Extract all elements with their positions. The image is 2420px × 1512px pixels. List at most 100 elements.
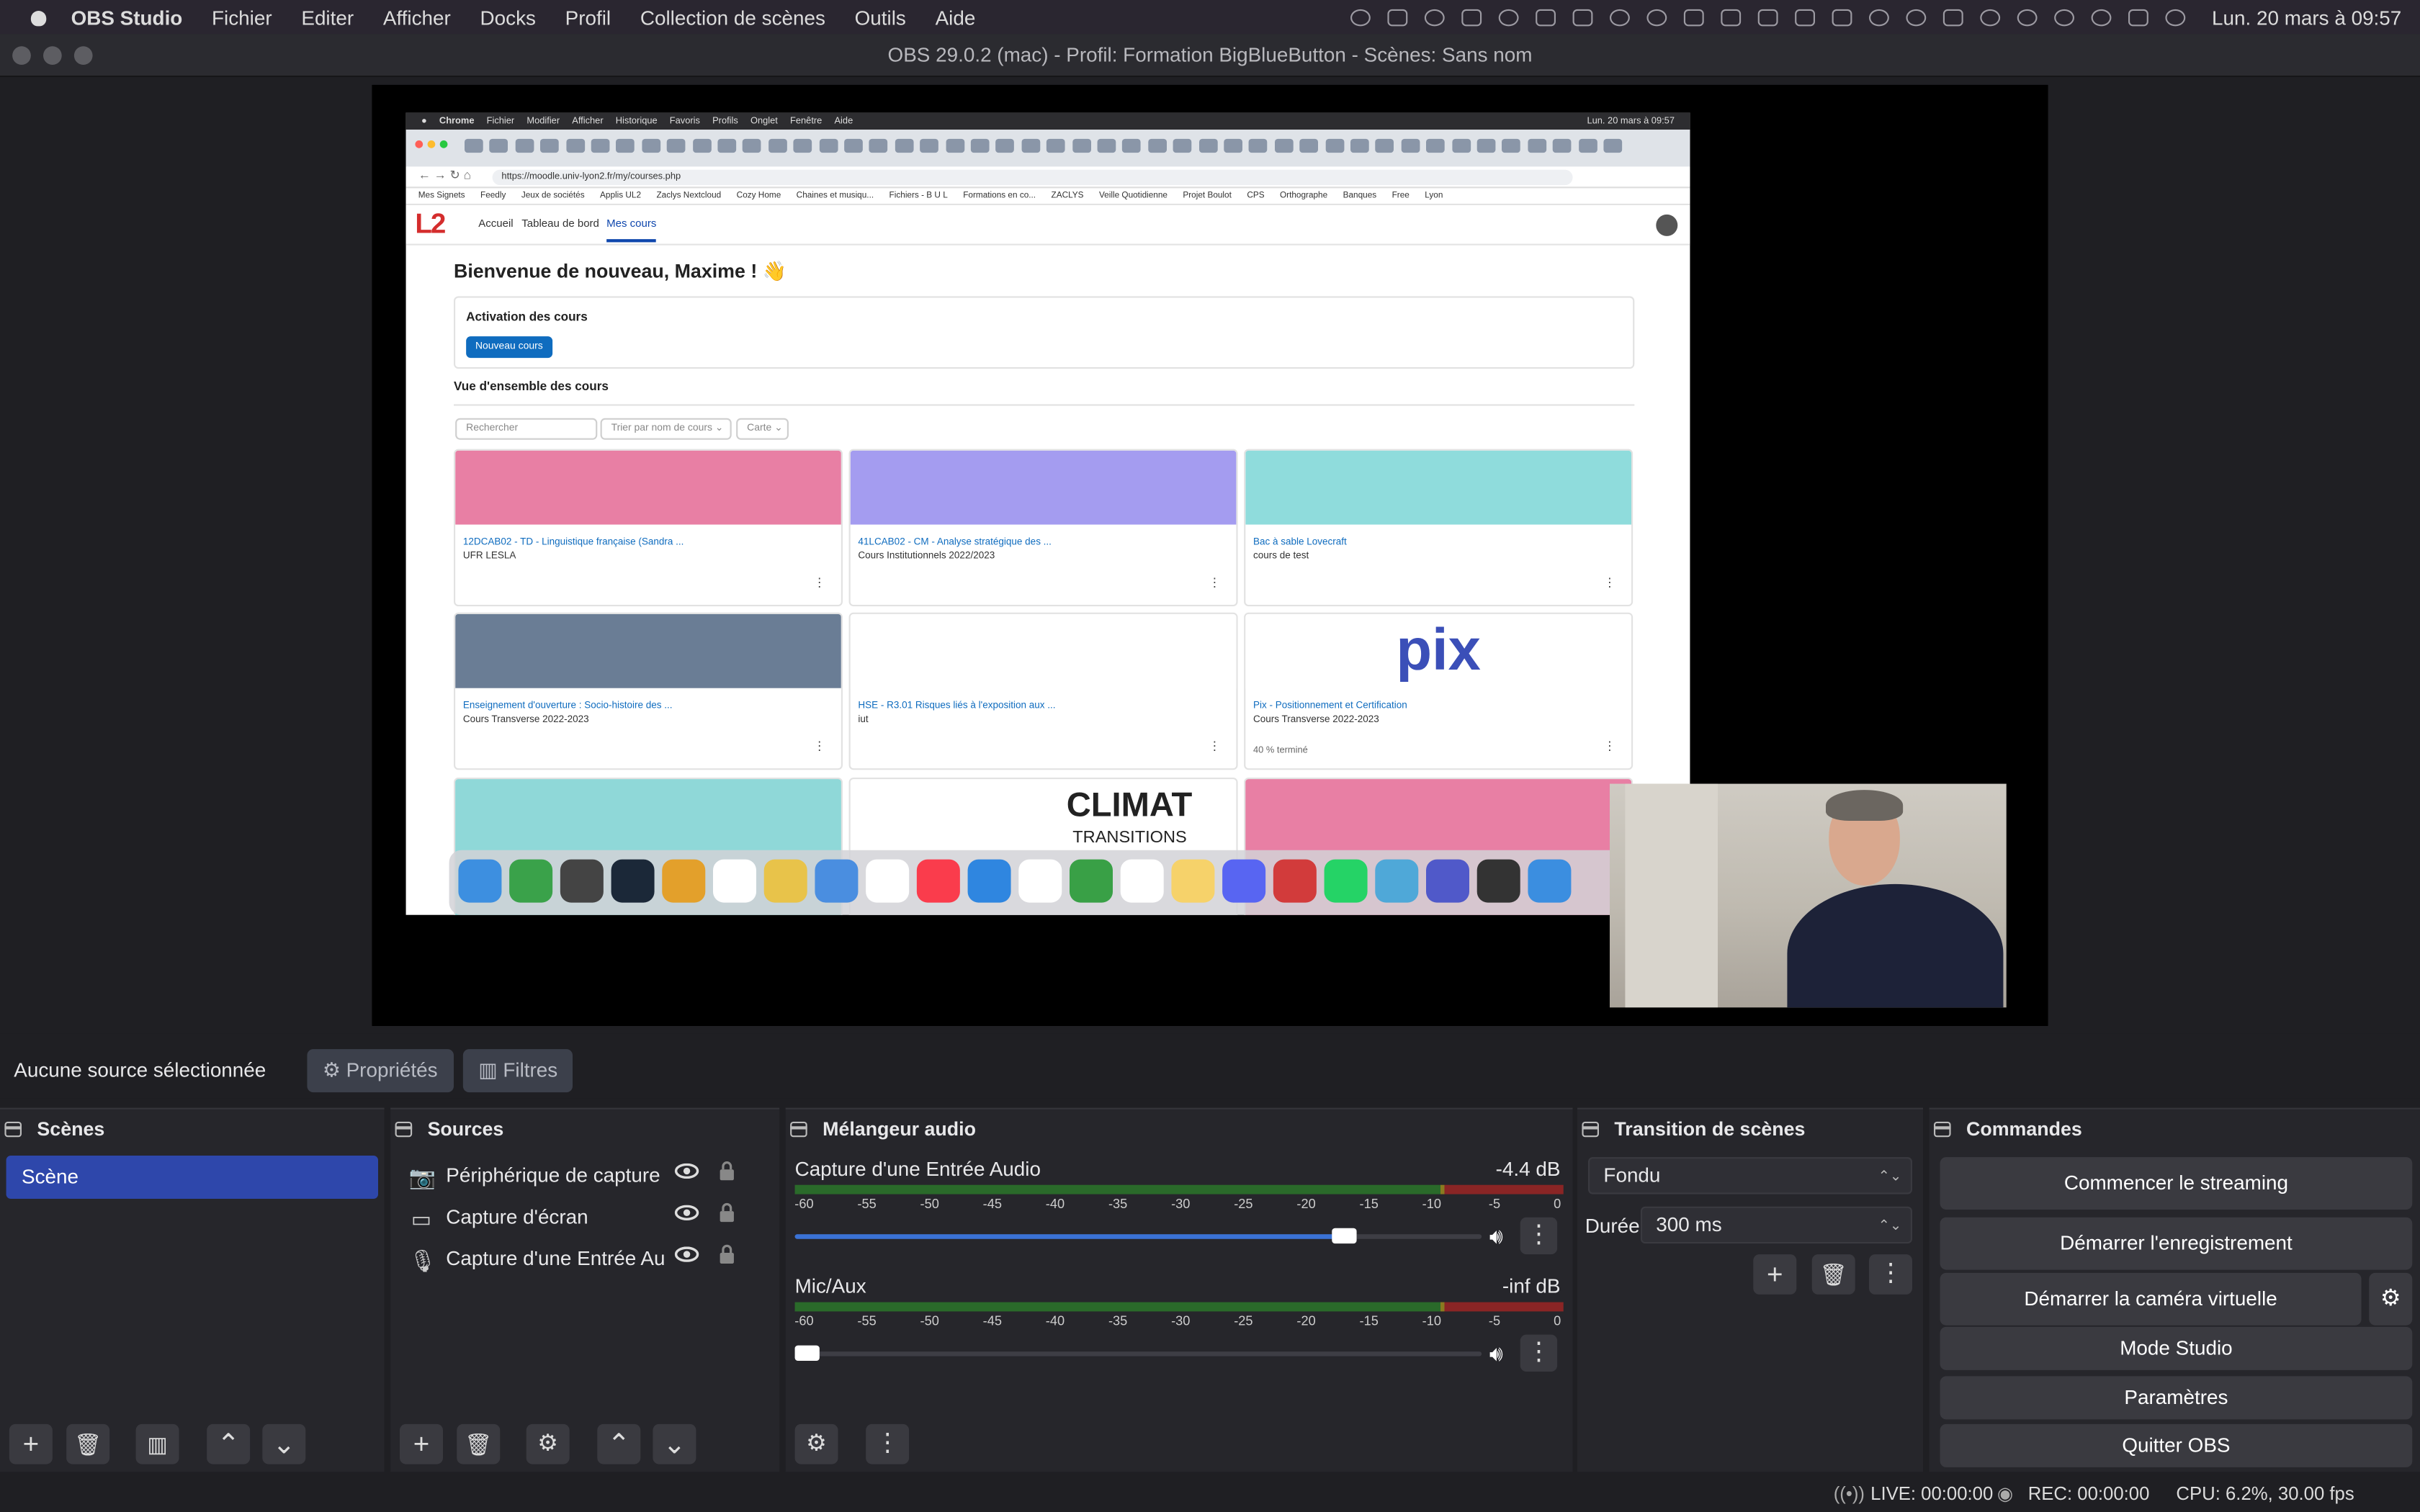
start-virtual-camera-button[interactable]: Démarrer la caméra virtuelle (1940, 1272, 2362, 1326)
captured-tab (945, 138, 964, 153)
source-row-audio[interactable]: 🎙 Capture d'une Entrée Audio (390, 1239, 776, 1279)
bluetooth-icon[interactable] (1906, 8, 1927, 26)
lock-icon[interactable] (717, 1160, 736, 1182)
start-streaming-button[interactable]: Commencer le streaming (1940, 1157, 2413, 1210)
tray-check-icon[interactable] (1646, 8, 1667, 26)
visibility-eye-icon[interactable] (674, 1246, 699, 1262)
battery-icon[interactable] (1943, 8, 1964, 26)
tray-app2-icon[interactable] (1536, 8, 1556, 26)
remove-transition-button[interactable]: 🗑 (1811, 1254, 1855, 1295)
scene-list-item[interactable]: Scène (6, 1156, 379, 1199)
menu-outils[interactable]: Outils (855, 6, 906, 29)
captured-tab (970, 138, 990, 153)
settings-button[interactable]: Paramètres (1940, 1376, 2413, 1420)
menu-editer[interactable]: Editer (301, 6, 354, 29)
remove-source-button[interactable]: 🗑 (457, 1423, 501, 1464)
transition-select[interactable]: Fondu ⌃⌄ (1588, 1157, 1912, 1194)
captured-bookmark: Fichiers - B U L (889, 191, 948, 201)
captured-tab (793, 138, 812, 153)
volume-slider[interactable] (794, 1228, 1482, 1244)
duration-spinbox[interactable]: 300 ms ⌃⌄ (1640, 1206, 1912, 1244)
course-banner (1245, 450, 1631, 525)
virtual-camera-settings-button[interactable]: ⚙ (2369, 1272, 2413, 1326)
meter-scale-label: -60 (794, 1313, 814, 1328)
channel-menu-button[interactable]: ⋮ (1520, 1334, 1558, 1372)
captured-tab (1147, 138, 1167, 153)
scenes-title: Scènes (37, 1118, 105, 1140)
lock-icon[interactable] (717, 1243, 736, 1265)
move-source-down-button[interactable]: ⌄ (653, 1423, 696, 1464)
volume-icon[interactable] (1869, 8, 1890, 26)
volume-slider-handle[interactable] (794, 1345, 820, 1361)
properties-button[interactable]: ⚙ Propriétés (307, 1049, 453, 1093)
wifi-icon[interactable] (1980, 8, 2001, 26)
tray-app-icon[interactable] (1461, 8, 1482, 26)
window-titlebar[interactable]: OBS 29.0.2 (mac) - Profil: Formation Big… (0, 34, 2420, 78)
move-scene-up-button[interactable]: ⌃ (207, 1423, 251, 1464)
remove-scene-button[interactable]: 🗑 (66, 1423, 110, 1464)
scenes-dock: Scènes Scène + 🗑 ▥ ⌃ ⌄ (0, 1107, 385, 1472)
captured-menu-item: Afficher (572, 116, 604, 126)
tray-upload-icon[interactable] (1684, 8, 1705, 26)
menu-docks[interactable]: Docks (480, 6, 536, 29)
preview-canvas[interactable]: ● Chrome Fichier Modifier Afficher Histo… (372, 84, 2048, 1026)
course-name: Bac à sable Lovecraft (1253, 536, 1347, 548)
tray-window-icon[interactable] (1387, 8, 1408, 26)
move-scene-down-button[interactable]: ⌄ (262, 1423, 306, 1464)
add-scene-button[interactable]: + (9, 1423, 53, 1464)
source-row-screen[interactable]: ▭ Capture d'écran (390, 1197, 776, 1238)
menu-app-name[interactable]: OBS Studio (71, 6, 183, 29)
studio-mode-button[interactable]: Mode Studio (1940, 1326, 2413, 1370)
menu-bar-clock[interactable]: Lun. 20 mars à 09:57 (2212, 6, 2401, 29)
speaker-icon[interactable]: 🔊︎ (1489, 1341, 1503, 1367)
menu-aide[interactable]: Aide (936, 6, 976, 29)
tray-windows-icon[interactable] (1721, 8, 1742, 26)
tray-display-icon[interactable] (1832, 8, 1852, 26)
volume-slider[interactable] (794, 1345, 1482, 1361)
mixer-channel-name: Capture d'une Entrée Audio (794, 1157, 1041, 1181)
add-source-button[interactable]: + (400, 1423, 443, 1464)
start-recording-button[interactable]: Démarrer l'enregistrement (1940, 1217, 2413, 1270)
course-banner (455, 613, 841, 688)
user-icon[interactable] (2017, 8, 2038, 26)
quit-obs-button[interactable]: Quitter OBS (1940, 1423, 2413, 1467)
control-center-icon[interactable] (2128, 8, 2149, 26)
tray-copy-icon[interactable] (1758, 8, 1778, 26)
speaker-icon[interactable]: 🔊︎ (1489, 1223, 1503, 1249)
moodle-nav-tableau: Tableau de bord (521, 219, 599, 230)
tray-flask-icon[interactable] (1425, 8, 1446, 26)
transition-menu-button[interactable]: ⋮ (1869, 1254, 1912, 1295)
tray-bars-icon[interactable] (1572, 8, 1593, 26)
visibility-eye-icon[interactable] (674, 1163, 699, 1179)
scene-filters-button[interactable]: ▥ (135, 1423, 179, 1464)
meter-scale-label: -40 (1045, 1195, 1065, 1212)
channel-menu-button[interactable]: ⋮ (1520, 1217, 1558, 1255)
time-machine-icon[interactable] (2054, 8, 2075, 26)
menu-afficher[interactable]: Afficher (383, 6, 451, 29)
tray-record-icon[interactable] (1499, 8, 1519, 26)
move-source-up-button[interactable]: ⌃ (597, 1423, 641, 1464)
tray-memory-icon[interactable] (1795, 8, 1816, 26)
menu-fichier[interactable]: Fichier (212, 6, 272, 29)
filters-button[interactable]: ▥ Filtres (462, 1049, 573, 1093)
menu-collection-scenes[interactable]: Collection de scènes (640, 6, 825, 29)
duration-value: 300 ms (1656, 1212, 1722, 1236)
search-icon[interactable] (2091, 8, 2112, 26)
meter-scale-label: -45 (982, 1195, 1003, 1212)
visibility-eye-icon[interactable] (674, 1205, 699, 1220)
tray-shield-icon[interactable] (1610, 8, 1631, 26)
mixer-menu-button[interactable]: ⋮ (866, 1423, 910, 1464)
lock-icon[interactable] (717, 1202, 736, 1223)
source-properties-button[interactable]: ⚙ (526, 1423, 570, 1464)
captured-menu-item: Fenêtre (790, 116, 823, 126)
stepper-icon[interactable]: ⌃⌄ (1878, 1208, 1901, 1242)
course-menu-icon: ⋮ (813, 575, 826, 590)
siri-icon[interactable] (2165, 8, 2186, 26)
source-row-video[interactable]: 📷 Périphérique de capture vidéo (390, 1156, 776, 1196)
advanced-audio-button[interactable]: ⚙ (794, 1423, 838, 1464)
menu-profil[interactable]: Profil (565, 6, 611, 29)
add-transition-button[interactable]: + (1753, 1254, 1797, 1295)
tray-status-icon[interactable] (1350, 8, 1371, 26)
apple-icon[interactable] (28, 6, 50, 28)
volume-slider-handle[interactable] (1332, 1228, 1357, 1244)
